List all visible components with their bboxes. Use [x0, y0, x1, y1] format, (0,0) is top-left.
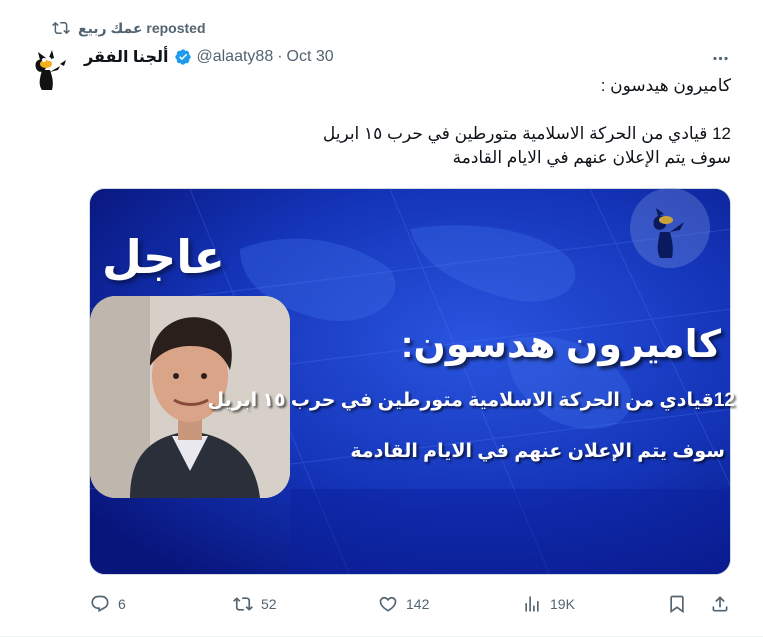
repost-count: 52	[261, 596, 277, 612]
separator-dot: ·	[277, 48, 283, 65]
media-logo	[630, 188, 710, 268]
display-name[interactable]: ألجنا الفقر	[84, 47, 168, 67]
tweet-text: كاميرون هيدسون : 12 قيادي من الحركة الاس…	[84, 74, 731, 170]
repost-indicator[interactable]: عمك ربيع reposted	[52, 18, 206, 38]
like-count: 142	[406, 596, 430, 612]
more-icon	[712, 56, 728, 60]
tweet-text-line: 12 قيادي من الحركة الاسلامية متورطين في …	[322, 124, 731, 143]
media-headline-line: 12قيادي من الحركة الاسلامية متورطين في ح…	[207, 390, 735, 411]
tweet-text-line: سوف يتم الإعلان عنهم في الايام القادمة	[452, 148, 731, 167]
media-headline-line: سوف يتم الإعلان عنهم في الايام القادمة	[350, 441, 725, 462]
handle[interactable]: @alaaty88	[196, 48, 273, 66]
views-icon	[525, 596, 539, 612]
bookmark-button[interactable]	[667, 590, 687, 618]
share-icon	[712, 596, 728, 612]
share-button[interactable]	[710, 590, 730, 618]
like-button[interactable]: 142	[378, 590, 429, 618]
repost-button[interactable]: 52	[233, 590, 277, 618]
views-button[interactable]: 19K	[522, 590, 575, 618]
reply-icon	[91, 595, 109, 613]
heart-icon	[379, 596, 397, 612]
reply-button[interactable]: 6	[90, 590, 126, 618]
tweet-actions: 6 52 142 19K	[84, 590, 734, 618]
repost-icon	[52, 21, 70, 35]
verified-badge-icon[interactable]	[174, 48, 192, 66]
bookmark-icon	[670, 595, 684, 614]
tweet-header: ألجنا الفقر @alaaty88 · Oct 30	[84, 46, 334, 68]
breaking-news-label: عاجل	[102, 231, 225, 283]
reply-count: 6	[118, 596, 126, 612]
repost-label: عمك ربيع reposted	[78, 19, 206, 36]
tweet-text-line: كاميرون هيدسون :	[600, 76, 731, 95]
view-count: 19K	[550, 596, 575, 612]
tweet-date[interactable]: Oct 30	[287, 48, 334, 66]
avatar[interactable]	[24, 44, 72, 92]
repost-icon	[233, 597, 253, 611]
more-options-button[interactable]	[708, 46, 732, 70]
tweet-card[interactable]: عمك ربيع reposted ألجنا الفقر @alaaty88 …	[0, 0, 763, 637]
media-headline-name: كاميرون هدسون:	[400, 324, 721, 366]
